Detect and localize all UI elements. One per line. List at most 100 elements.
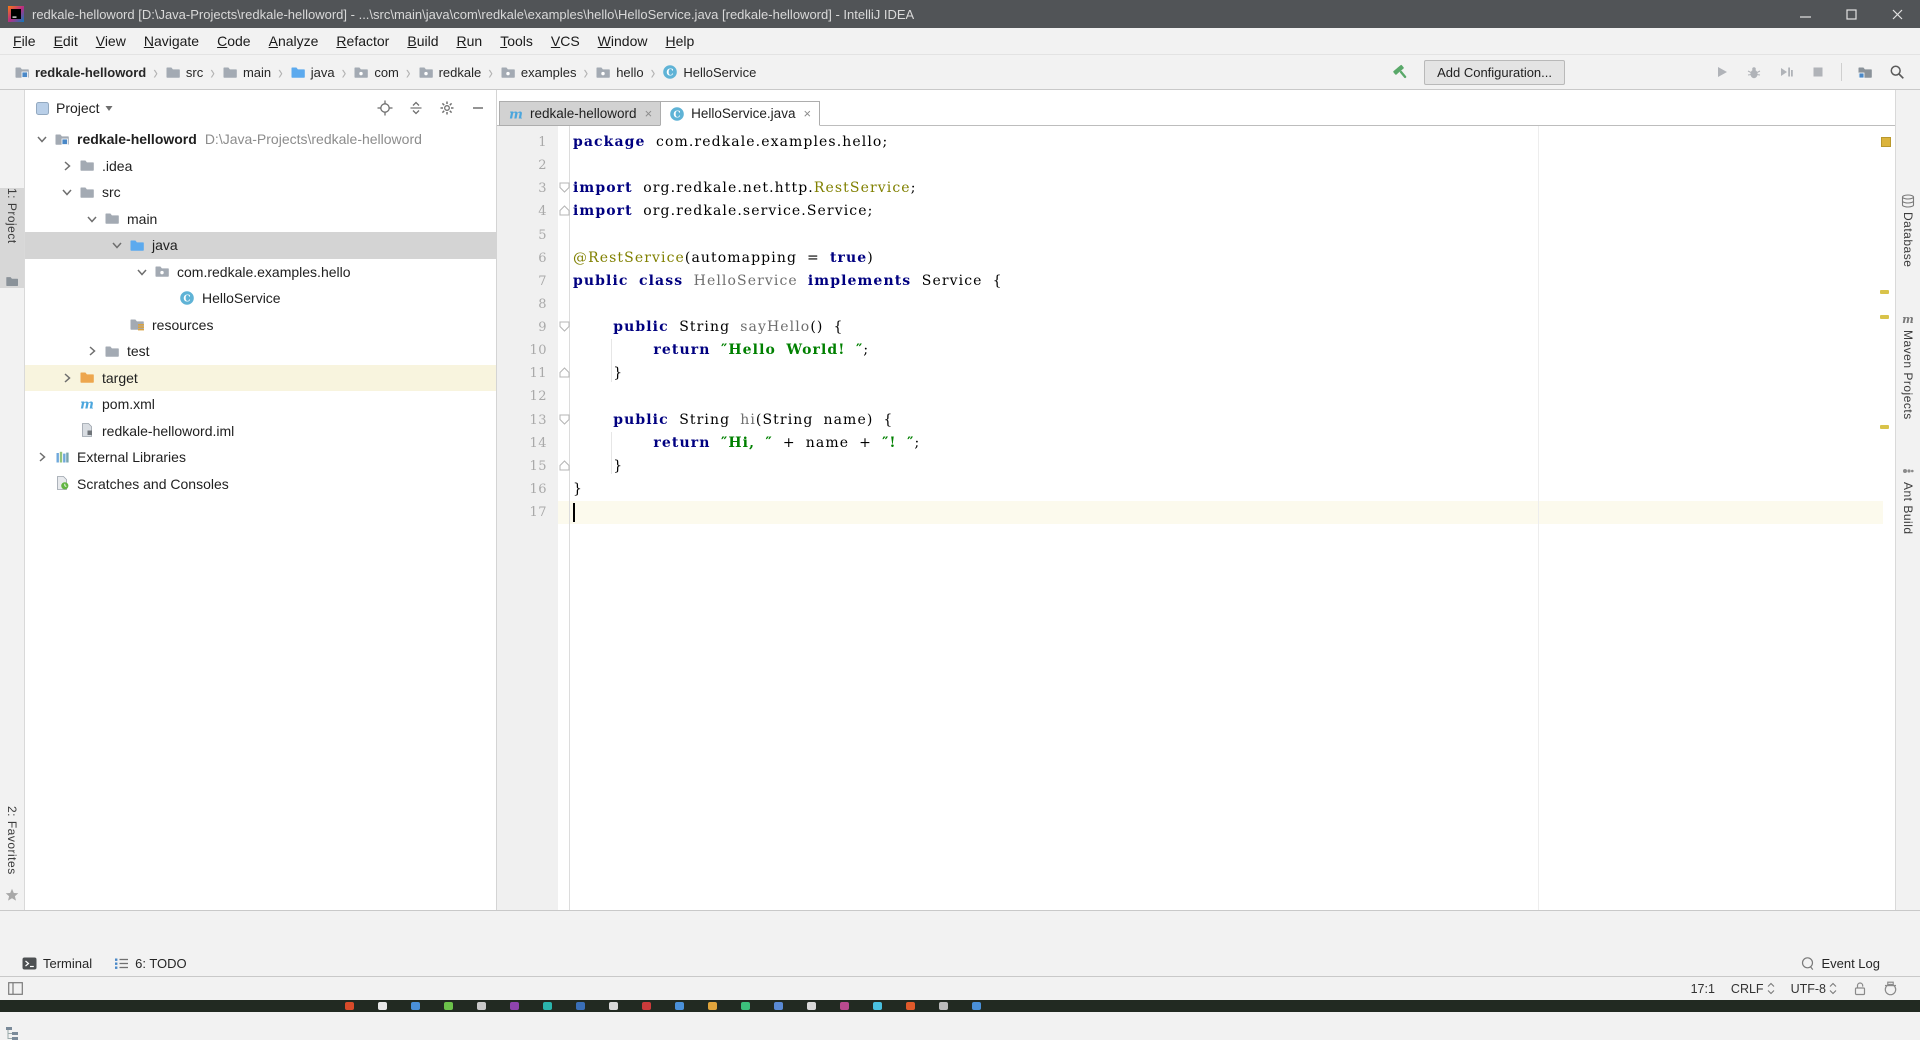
code-line-4[interactable]: import org.redkale.service.Service; — [573, 200, 1895, 223]
code-line-11[interactable]: } — [573, 362, 1895, 385]
chevron-down-icon[interactable] — [109, 237, 125, 253]
menu-edit[interactable]: Edit — [45, 28, 87, 54]
code-lines[interactable]: package com.redkale.examples.hello;impor… — [573, 131, 1895, 524]
taskbar-app-icon[interactable] — [477, 1002, 486, 1010]
chevron-right-icon[interactable] — [59, 370, 75, 386]
code-editor[interactable]: 1234567891011121314151617 package com.re… — [497, 126, 1895, 910]
tree-row-redkalehelloword.iml[interactable]: redkale-helloword.iml — [25, 418, 496, 445]
tree-row-java[interactable]: java — [25, 232, 496, 259]
taskbar-app-icon[interactable] — [741, 1002, 750, 1010]
tree-row-externallibraries[interactable]: External Libraries — [25, 444, 496, 471]
menu-navigate[interactable]: Navigate — [135, 28, 208, 54]
taskbar-app-icon[interactable] — [510, 1002, 519, 1010]
breadcrumb-item-redkale[interactable]: redkale — [418, 64, 482, 80]
menu-vcs[interactable]: VCS — [542, 28, 589, 54]
taskbar-app-icon[interactable] — [807, 1002, 816, 1010]
menu-help[interactable]: Help — [656, 28, 703, 54]
lock-icon[interactable] — [1853, 981, 1867, 996]
breadcrumb-item-java[interactable]: java — [290, 64, 335, 80]
close-tab-icon[interactable]: × — [803, 109, 811, 119]
tree-row-pom.xml[interactable]: mpom.xml — [25, 391, 496, 418]
windows-taskbar[interactable] — [0, 1000, 1920, 1012]
tree-row-com.redkale.examples.hello[interactable]: com.redkale.examples.hello — [25, 259, 496, 286]
menu-analyze[interactable]: Analyze — [260, 28, 328, 54]
coverage-icon[interactable] — [1777, 63, 1795, 81]
chevron-down-icon[interactable] — [104, 103, 114, 113]
fold-marker-icon[interactable] — [559, 414, 570, 425]
inspection-indicator[interactable] — [1881, 137, 1891, 147]
project-structure-icon[interactable] — [1856, 63, 1874, 81]
breadcrumb-item-com[interactable]: com — [353, 64, 399, 80]
build-hammer-icon[interactable] — [1392, 63, 1410, 81]
taskbar-app-icon[interactable] — [378, 1002, 387, 1010]
breadcrumb-item-hello[interactable]: hello — [595, 64, 643, 80]
taskbar-app-icon[interactable] — [774, 1002, 783, 1010]
menu-code[interactable]: Code — [208, 28, 259, 54]
menu-refactor[interactable]: Refactor — [327, 28, 398, 54]
chevron-right-icon[interactable] — [59, 158, 75, 174]
code-line-3[interactable]: import org.redkale.net.http.RestService; — [573, 177, 1895, 200]
menu-file[interactable]: File — [4, 28, 45, 54]
code-line-6[interactable]: @RestService(automapping = true) — [573, 247, 1895, 270]
code-line-13[interactable]: public String hi(String name) { — [573, 409, 1895, 432]
menu-build[interactable]: Build — [398, 28, 447, 54]
chevron-right-icon[interactable] — [34, 449, 50, 465]
menu-run[interactable]: Run — [447, 28, 491, 54]
encoding-widget[interactable]: UTF-8 — [1791, 982, 1837, 996]
code-line-10[interactable]: return ″Hello World! ″; — [573, 339, 1895, 362]
taskbar-app-icon[interactable] — [708, 1002, 717, 1010]
taskbar-app-icon[interactable] — [939, 1002, 948, 1010]
taskbar-app-icon[interactable] — [411, 1002, 420, 1010]
code-line-7[interactable]: public class HelloService implements Ser… — [573, 270, 1895, 293]
taskbar-app-icon[interactable] — [543, 1002, 552, 1010]
taskbar-app-icon[interactable] — [873, 1002, 882, 1010]
hector-inspections-icon[interactable] — [1883, 981, 1898, 996]
code-line-5[interactable] — [573, 224, 1895, 247]
close-tab-icon[interactable]: × — [645, 109, 653, 119]
gear-icon[interactable] — [439, 100, 455, 116]
error-stripe-mark[interactable] — [1880, 290, 1889, 294]
code-line-12[interactable] — [573, 385, 1895, 408]
fold-marker-icon[interactable] — [559, 182, 570, 193]
breadcrumb-item-redkale-helloword[interactable]: redkale-helloword — [14, 64, 146, 80]
toolwindow-button-terminal[interactable]: Terminal — [22, 956, 92, 971]
taskbar-app-icon[interactable] — [840, 1002, 849, 1010]
hide-icon[interactable] — [470, 100, 486, 116]
tree-row-src[interactable]: src — [25, 179, 496, 206]
tree-row-.idea[interactable]: .idea — [25, 153, 496, 180]
chevron-down-icon[interactable] — [134, 264, 150, 280]
event-log-button[interactable]: Event Log — [1800, 956, 1880, 971]
stripe-button-1project[interactable]: 1: Project — [0, 188, 24, 288]
taskbar-app-icon[interactable] — [345, 1002, 354, 1010]
stripe-button-2favorites[interactable]: 2: Favorites — [0, 806, 24, 890]
menu-window[interactable]: Window — [589, 28, 657, 54]
code-line-8[interactable] — [573, 293, 1895, 316]
taskbar-app-icon[interactable] — [444, 1002, 453, 1010]
fold-marker-icon[interactable] — [559, 321, 570, 332]
chevron-down-icon[interactable] — [59, 184, 75, 200]
taskbar-app-icon[interactable] — [576, 1002, 585, 1010]
project-view-title[interactable]: Project — [56, 100, 100, 116]
tree-row-helloservice[interactable]: CHelloService — [25, 285, 496, 312]
minimize-button[interactable] — [1782, 0, 1828, 28]
collapse-all-icon[interactable] — [408, 100, 424, 116]
breadcrumb-item-examples[interactable]: examples — [500, 64, 577, 80]
caret-position-widget[interactable]: 17:1 — [1691, 982, 1715, 996]
error-stripe-mark[interactable] — [1880, 425, 1889, 429]
tree-row-scratchesandconsoles[interactable]: Scratches and Consoles — [25, 471, 496, 498]
code-line-9[interactable]: public String sayHello() { — [573, 316, 1895, 339]
debug-icon[interactable] — [1745, 63, 1763, 81]
run-icon[interactable] — [1713, 63, 1731, 81]
taskbar-app-icon[interactable] — [972, 1002, 981, 1010]
stripe-button-mavenprojects[interactable]: Maven Projects — [1896, 330, 1920, 420]
code-line-16[interactable]: } — [573, 478, 1895, 501]
chevron-down-icon[interactable] — [34, 131, 50, 147]
tree-row-target[interactable]: target — [25, 365, 496, 392]
chevron-right-icon[interactable] — [84, 343, 100, 359]
menu-tools[interactable]: Tools — [491, 28, 542, 54]
tree-row-redkalehelloword[interactable]: redkale-hellowordD:\Java-Projects\redkal… — [25, 126, 496, 153]
locate-file-icon[interactable] — [377, 100, 393, 116]
tree-row-test[interactable]: test — [25, 338, 496, 365]
taskbar-app-icon[interactable] — [675, 1002, 684, 1010]
fold-marker-icon[interactable] — [559, 460, 570, 471]
